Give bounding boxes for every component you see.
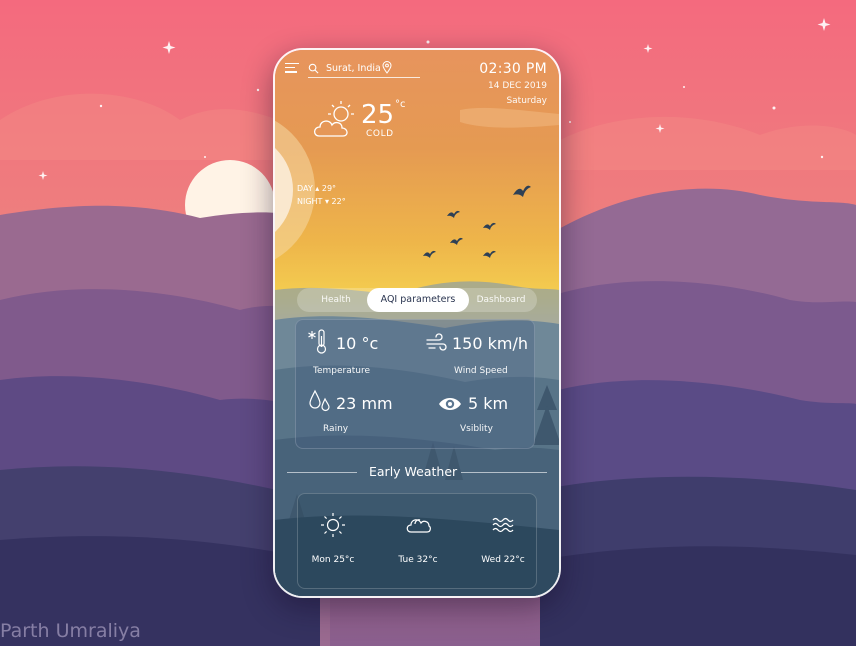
- raindrops-icon: [309, 389, 330, 412]
- day-temperature: DAY ▴ 29°: [297, 184, 337, 193]
- forecast-mon-label: Mon 25°c: [311, 555, 355, 565]
- location-pin-icon[interactable]: [382, 61, 392, 74]
- author-credit: Parth Umraliya: [0, 620, 141, 642]
- stat-temperature-label: Temperature: [313, 366, 371, 376]
- day-night-range: DAY ▴ 29° NIGHT ▾ 22°: [297, 182, 346, 208]
- forecast-day-tue[interactable]: Tue 32°c: [383, 512, 453, 582]
- stat-temperature-value: 10 °c: [336, 334, 379, 353]
- phone-frame: 02:30 PM 14 DEC 2019 Saturday 25 °c COLD…: [273, 48, 561, 598]
- thermometer-snowflake-icon: [308, 329, 327, 354]
- early-weather-title: Early Weather: [369, 464, 458, 479]
- divider-right: [461, 472, 547, 473]
- weather-condition: COLD: [366, 129, 394, 139]
- forecast-day-mon[interactable]: Mon 25°c: [298, 512, 368, 582]
- night-temperature: NIGHT ▾ 22°: [297, 197, 346, 206]
- stat-wind-value: 150 km/h: [452, 334, 529, 353]
- cloud-icon: [406, 519, 431, 533]
- forecast-wed-label: Wed 22°c: [481, 555, 525, 565]
- search-icon: [308, 63, 319, 74]
- menu-icon[interactable]: [285, 63, 299, 75]
- stat-wind: 150 km/h Wind Speed: [426, 328, 536, 384]
- tab-aqi-parameters[interactable]: AQI parameters: [367, 288, 469, 312]
- current-date: 14 DEC 2019: [488, 81, 547, 91]
- temperature-unit: °c: [395, 99, 406, 110]
- forecast-tue-label: Tue 32°c: [398, 555, 438, 565]
- current-day: Saturday: [506, 96, 547, 106]
- stat-rain-value: 23 mm: [336, 394, 393, 413]
- eye-icon: [439, 398, 461, 410]
- stat-visibility-label: Vsiblity: [460, 424, 493, 434]
- early-weather-header: Early Weather: [287, 462, 547, 482]
- current-temperature: 25: [361, 100, 395, 130]
- sun-cloud-icon: [313, 101, 354, 137]
- stat-rain-label: Rainy: [323, 424, 349, 434]
- forecast-card: Mon 25°c Tue 32°c Wed 22°c: [297, 493, 537, 589]
- divider-left: [287, 472, 357, 473]
- wind-icon: [426, 333, 447, 351]
- tab-bar: Health AQI parameters Dashboard: [297, 288, 537, 312]
- waves-icon: [492, 517, 514, 533]
- stat-visibility: 5 km Vsiblity: [438, 388, 548, 444]
- sun-icon: [321, 513, 345, 537]
- stat-visibility-value: 5 km: [468, 394, 509, 413]
- forecast-day-wed[interactable]: Wed 22°c: [468, 512, 538, 582]
- search-bar[interactable]: [308, 60, 420, 78]
- stats-card: 10 °c Temperature 150 km/h Wind Speed 23…: [295, 319, 535, 449]
- tab-health[interactable]: Health: [307, 288, 365, 312]
- stat-wind-label: Wind Speed: [454, 366, 508, 376]
- stat-rain: 23 mm Rainy: [308, 388, 418, 444]
- tab-dashboard[interactable]: Dashboard: [471, 288, 531, 312]
- current-time: 02:30 PM: [479, 61, 547, 77]
- stat-temperature: 10 °c Temperature: [308, 328, 418, 384]
